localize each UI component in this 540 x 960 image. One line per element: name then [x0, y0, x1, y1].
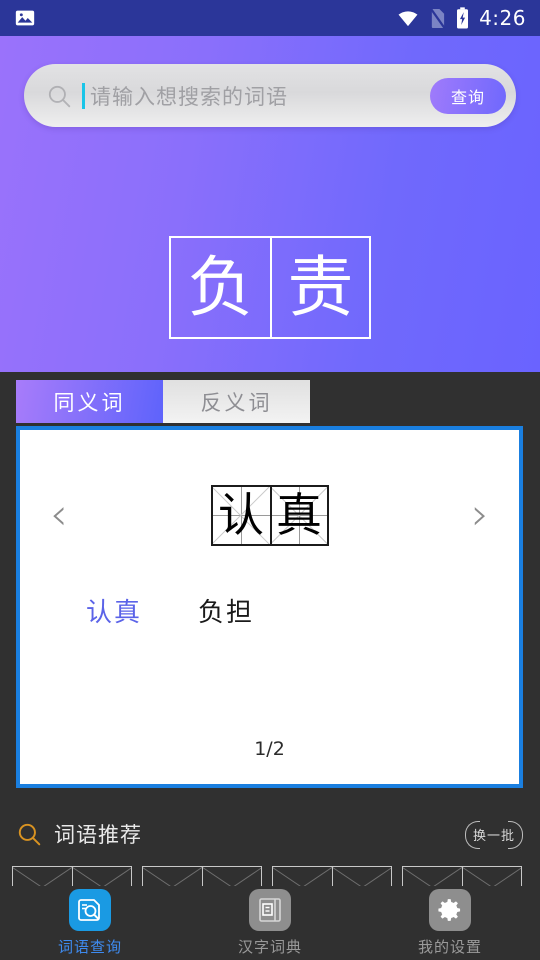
search-input[interactable]: 请输入想搜索的词语 — [90, 81, 430, 111]
grid-char: 真 — [276, 488, 322, 542]
status-bar-right: 4:26 — [397, 6, 526, 30]
refresh-recommendations-button[interactable]: 换一批 — [465, 821, 523, 849]
nav-item-settings[interactable]: 我的设置 — [360, 889, 540, 957]
recommend-header: 词语推荐 换一批 — [16, 812, 523, 856]
bottom-navigation: 词语查询 汉字词典 我的设置 — [0, 886, 540, 960]
nav-label: 汉字词典 — [237, 938, 302, 956]
nav-label: 我的设置 — [417, 938, 482, 956]
pagination-indicator: 1/2 — [254, 738, 285, 760]
battery-charging-icon — [457, 7, 469, 29]
current-word-grid: 认 真 — [210, 484, 329, 546]
nav-item-character-dictionary[interactable]: 汉字词典 — [180, 889, 360, 957]
next-arrow-icon[interactable]: › — [471, 493, 489, 537]
status-bar: 4:26 — [0, 0, 540, 36]
image-icon — [15, 10, 35, 26]
no-sim-icon — [430, 8, 446, 28]
app-root: 4:26 请输入想搜索的词语 查询 负 责 同义词 反义词 ‹ 认 真 › 认真… — [0, 0, 540, 960]
gear-icon — [429, 889, 471, 931]
nav-label: 词语查询 — [57, 938, 122, 956]
status-bar-clock: 4:26 — [479, 6, 526, 30]
headword-char: 责 — [270, 238, 369, 337]
recommend-word-cell[interactable] — [402, 866, 522, 888]
grid-cell: 认 — [212, 486, 270, 544]
recommend-word-row — [12, 866, 528, 888]
dictionary-search-icon — [69, 889, 111, 931]
search-icon — [48, 85, 71, 107]
nav-item-word-search[interactable]: 词语查询 — [0, 889, 180, 957]
grid-char: 认 — [218, 488, 264, 542]
headword-display: 负 责 — [169, 236, 371, 339]
status-bar-left — [14, 7, 36, 29]
recommend-word-cell[interactable] — [12, 866, 132, 888]
recommend-title: 词语推荐 — [54, 823, 142, 847]
synonym-carousel: ‹ 认 真 › — [20, 430, 519, 600]
grid-cell: 真 — [269, 486, 327, 544]
result-tabs: 同义词 反义词 — [16, 380, 310, 423]
search-submit-button[interactable]: 查询 — [430, 77, 506, 114]
prev-arrow-icon[interactable]: ‹ — [50, 493, 68, 537]
recommend-word-cell[interactable] — [272, 866, 392, 888]
search-icon — [18, 823, 41, 846]
recommend-word-cell[interactable] — [142, 866, 262, 888]
synonym-card: ‹ 认 真 › 认真 负担 1/2 — [16, 426, 523, 788]
book-icon — [249, 889, 291, 931]
hero-header: 请输入想搜索的词语 查询 负 责 — [0, 36, 540, 372]
wifi-icon — [398, 11, 418, 27]
text-cursor — [82, 82, 85, 109]
tab-synonyms[interactable]: 同义词 — [16, 380, 163, 423]
search-bar[interactable]: 请输入想搜索的词语 查询 — [24, 64, 516, 127]
headword-char: 负 — [187, 248, 254, 326]
tab-antonyms[interactable]: 反义词 — [163, 380, 310, 423]
